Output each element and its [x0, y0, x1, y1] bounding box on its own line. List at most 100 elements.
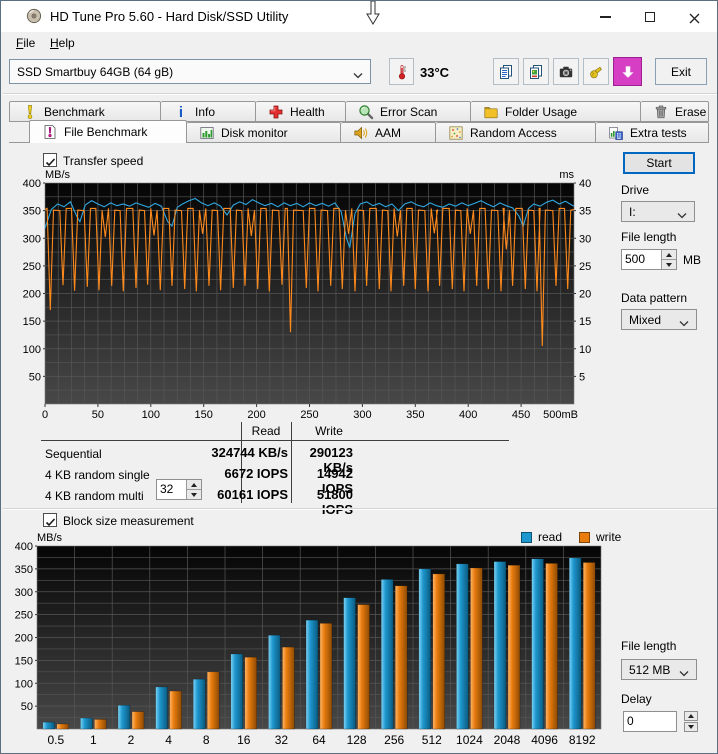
svg-text:50: 50 — [29, 371, 41, 383]
svg-text:30: 30 — [579, 233, 591, 245]
device-select-value: SSD Smartbuy 64GB (64 gB) — [17, 64, 174, 79]
copy-text-button[interactable] — [493, 58, 519, 85]
minimize-button[interactable] — [583, 1, 628, 32]
svg-text:25: 25 — [579, 261, 591, 273]
tab-benchmark[interactable]: Benchmark — [9, 101, 161, 122]
chevron-down-icon — [679, 316, 689, 327]
read-bar-1 — [80, 717, 93, 730]
check-icon — [45, 515, 56, 526]
maximize-icon — [644, 11, 655, 22]
tab-error-scan[interactable]: Error Scan — [346, 101, 471, 122]
svg-text:2: 2 — [128, 733, 135, 747]
svg-text:0: 0 — [42, 409, 48, 421]
tab-label: Benchmark — [44, 104, 105, 119]
title-bar: HD Tune Pro 5.60 - Hard Disk/SSD Utility — [1, 1, 717, 32]
write-bar-16 — [244, 656, 258, 730]
drive-select[interactable]: I: — [621, 201, 695, 222]
svg-text:200: 200 — [15, 633, 33, 645]
svg-text:400: 400 — [15, 541, 33, 553]
svg-text:8: 8 — [203, 733, 210, 747]
section-separator — [3, 508, 717, 510]
write-bar-2048 — [507, 564, 521, 730]
svg-text:64: 64 — [312, 733, 326, 747]
tab-health[interactable]: Health — [256, 101, 346, 122]
tab-label: Random Access — [470, 125, 557, 140]
svg-text:100: 100 — [23, 344, 41, 356]
svg-text:350: 350 — [406, 409, 424, 421]
svg-text:MB/s: MB/s — [37, 532, 63, 544]
device-select[interactable]: SSD Smartbuy 64GB (64 gB) — [9, 59, 371, 84]
svg-text:350: 350 — [23, 206, 41, 218]
start-label: Start — [646, 156, 672, 170]
delay-down-button[interactable] — [684, 722, 698, 732]
delay-input[interactable]: 0 — [623, 711, 677, 732]
data-pattern-select[interactable]: Mixed — [621, 309, 697, 330]
svg-text:2048: 2048 — [494, 733, 521, 747]
tab-info[interactable]: i Info — [161, 101, 256, 122]
camera-button[interactable] — [553, 58, 579, 85]
tab-random-access[interactable]: Random Access — [436, 122, 596, 143]
svg-text:35: 35 — [579, 206, 591, 218]
read-bar-256 — [380, 579, 394, 730]
row-label-random-multi: 4 KB random multi — [45, 489, 144, 503]
tab-label: Folder Usage — [505, 104, 578, 119]
svg-text:450: 450 — [512, 409, 530, 421]
menu-file[interactable]: File — [9, 32, 42, 54]
transfer-speed-checkbox[interactable] — [43, 153, 57, 167]
svg-text:0.5: 0.5 — [47, 733, 64, 747]
file-length2-select[interactable]: 512 MB — [621, 659, 697, 680]
svg-text:20: 20 — [579, 289, 591, 301]
hand-button[interactable] — [583, 58, 609, 85]
menu-bar: File Help — [1, 32, 717, 54]
read-bar-128 — [343, 597, 356, 730]
svg-text:10: 10 — [579, 344, 591, 356]
disk-icon — [26, 8, 43, 25]
health-icon — [268, 104, 284, 120]
tab-label: Health — [290, 104, 325, 119]
chevron-down-icon — [677, 208, 687, 219]
random-multi-write-value: 51800 IOPS — [316, 487, 353, 517]
read-bar-16 — [230, 653, 244, 730]
read-bar-2048 — [493, 561, 507, 730]
table-divider-2 — [291, 422, 292, 503]
svg-text:300: 300 — [353, 409, 371, 421]
copy-image-button[interactable] — [523, 58, 549, 85]
tab-aam[interactable]: AAM — [341, 122, 436, 143]
delay-up-button[interactable] — [684, 711, 698, 721]
close-button[interactable] — [672, 1, 717, 32]
write-bar-32 — [282, 646, 295, 730]
start-button[interactable]: Start — [623, 152, 695, 174]
file-length-stepper[interactable]: 500 — [621, 249, 677, 270]
window-title: HD Tune Pro 5.60 - Hard Disk/SSD Utility — [50, 9, 289, 24]
info-icon: i — [173, 104, 189, 121]
tab-label: File Benchmark — [64, 125, 148, 139]
maximize-button[interactable] — [627, 1, 672, 32]
mb-unit-label: MB — [683, 253, 701, 267]
write-bar-512 — [432, 573, 446, 730]
write-bar-2 — [131, 711, 145, 730]
tab-folder-usage[interactable]: Folder Usage — [471, 101, 641, 122]
minimize-icon — [600, 15, 611, 18]
svg-text:400: 400 — [459, 409, 477, 421]
temperature-button[interactable] — [389, 58, 414, 85]
download-button[interactable] — [613, 57, 642, 86]
svg-text:128: 128 — [347, 733, 367, 747]
read-bar-4 — [155, 686, 168, 730]
write-bar-8192 — [582, 562, 596, 730]
exit-button[interactable]: Exit — [655, 58, 707, 85]
write-bar-1024 — [470, 567, 483, 730]
block-size-checkbox[interactable] — [43, 513, 57, 527]
read-bar-0.5 — [42, 721, 56, 730]
tab-disk-monitor[interactable]: Disk monitor — [187, 122, 341, 143]
svg-text:1: 1 — [90, 733, 97, 747]
row-label-sequential: Sequential — [45, 447, 102, 461]
tab-extra-tests[interactable]: Extra tests — [596, 122, 709, 143]
error-scan-icon — [358, 104, 374, 120]
tab-erase[interactable]: Erase — [641, 101, 709, 122]
erase-icon — [653, 104, 669, 120]
folder-usage-icon — [483, 104, 499, 120]
write-bar-0.5 — [56, 723, 70, 730]
menu-help[interactable]: Help — [43, 32, 82, 54]
tab-file-benchmark[interactable]: File Benchmark — [29, 120, 187, 143]
file-length-buttons[interactable] — [661, 250, 676, 269]
